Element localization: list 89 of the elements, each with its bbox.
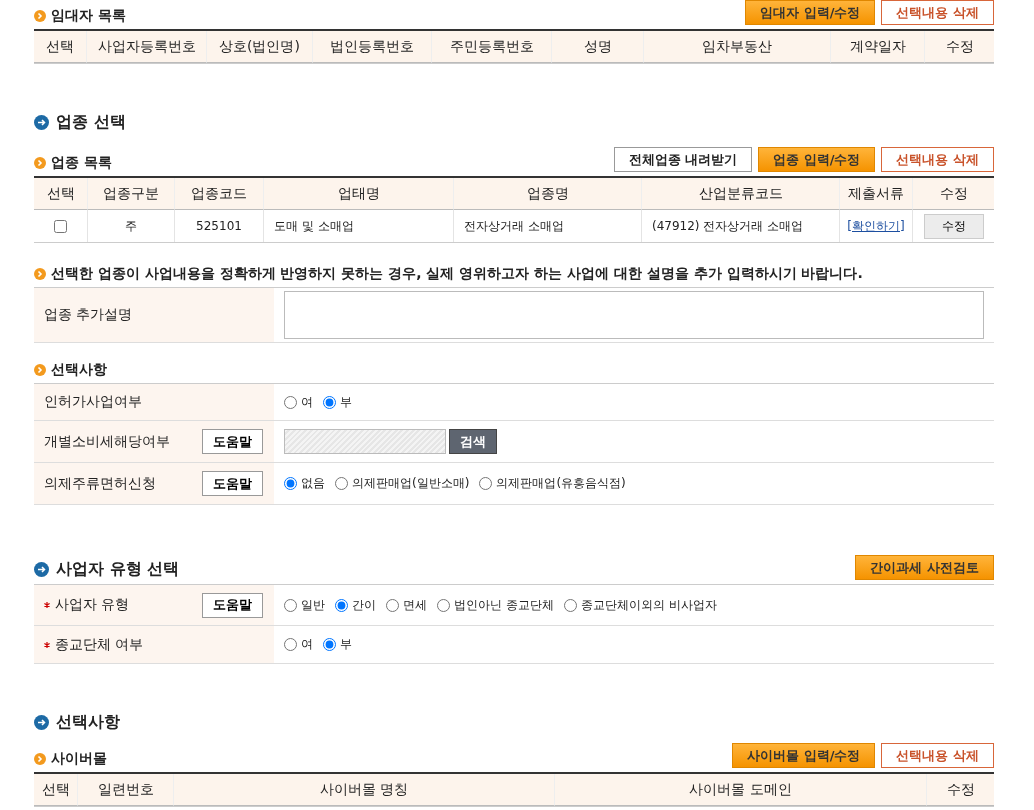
chevron-circle-icon (34, 753, 46, 765)
radio-button[interactable] (479, 477, 493, 490)
help-button[interactable]: 도움말 (202, 429, 263, 454)
table-cell: 도매 및 소매업 (263, 210, 453, 242)
radio-button[interactable] (284, 395, 297, 409)
table-cell: 525101 (174, 210, 263, 242)
table-cell: (47912) 전자상거래 소매업 (641, 210, 839, 242)
column-header: 산업분류코드 (641, 178, 839, 210)
column-header: 업태명 (263, 178, 453, 210)
arrow-circle-icon (34, 562, 49, 577)
arrow-circle-icon (34, 115, 49, 130)
radio-button[interactable] (323, 638, 336, 651)
radio-option[interactable]: 면세 (386, 596, 427, 614)
column-header: 주민등록번호 (431, 31, 551, 63)
column-header: 제출서류 (839, 178, 912, 210)
radio-button[interactable] (284, 477, 297, 490)
section-subtitle: 업종 목록 (51, 154, 112, 172)
table-cell: 주 (87, 210, 174, 242)
row-checkbox[interactable] (54, 219, 67, 233)
radio-button[interactable] (437, 598, 450, 612)
field-label: 개별소비세해당여부 (44, 432, 170, 451)
radio-option[interactable]: 여 (284, 636, 313, 653)
radio-button[interactable] (284, 638, 297, 651)
field-label: 업종 추가설명 (44, 306, 133, 324)
column-header: 성명 (551, 31, 643, 63)
section-subtitle: 선택사항 (51, 361, 107, 379)
table-cell: 전자상거래 소매업 (453, 210, 641, 242)
column-header: 상호(법인명) (206, 31, 312, 63)
action-button[interactable]: 선택내용 삭제 (881, 0, 994, 25)
action-button[interactable]: 사이버몰 입력/수정 (732, 743, 876, 768)
column-header: 업종명 (453, 178, 641, 210)
section-title: 사업자 유형 선택 (56, 559, 180, 580)
radio-option[interactable]: 의제판매업(일반소매) (335, 475, 470, 492)
column-header: 계약일자 (830, 31, 924, 63)
radio-button[interactable] (563, 598, 577, 612)
radio-option[interactable]: 일반 (284, 596, 325, 614)
column-header: 사이버몰 명칭 (173, 774, 554, 806)
column-header: 선택 (34, 31, 86, 63)
radio-button[interactable] (386, 598, 399, 612)
column-header: 선택 (34, 178, 87, 210)
column-header: 일련번호 (77, 774, 173, 806)
chevron-circle-icon (34, 268, 46, 280)
confirm-link[interactable]: [확인하기] (847, 217, 905, 235)
field-label: 종교단체 여부 (55, 635, 144, 654)
search-input-field[interactable] (284, 429, 446, 454)
action-button[interactable]: 선택내용 삭제 (881, 147, 994, 172)
action-button[interactable]: 전체업종 내려받기 (613, 147, 753, 172)
radio-option[interactable]: 여 (284, 393, 313, 411)
field-label: 인허가사업여부 (44, 393, 142, 411)
action-button[interactable]: 선택내용 삭제 (881, 743, 994, 768)
radio-option[interactable]: 의제판매업(유흥음식점) (479, 475, 626, 492)
section-subtitle: 사이버몰 (51, 750, 107, 768)
radio-option[interactable]: 부 (323, 393, 352, 411)
notice-text: 선택한 업종이 사업내용을 정확하게 반영하지 못하는 경우, 실제 영위하고자 하는 사업에 대한 설명을 추가 입력하시기 바랍니다. (51, 265, 863, 283)
radio-button[interactable] (335, 477, 348, 490)
column-header: 사업자등록번호 (86, 31, 206, 63)
chevron-circle-icon (34, 157, 46, 169)
section-title: 업종 선택 (56, 112, 126, 133)
action-button[interactable]: 임대자 입력/수정 (745, 0, 876, 25)
edit-button[interactable]: 수정 (923, 213, 984, 239)
action-button[interactable]: 간이과세 사전검토 (855, 555, 994, 580)
section-title: 선택사항 (56, 712, 120, 733)
radio-option[interactable]: 종교단체이외의 비사업자 (563, 596, 717, 614)
column-header: 법인등록번호 (312, 31, 431, 63)
radio-button[interactable] (323, 395, 336, 409)
help-button[interactable]: 도움말 (202, 471, 263, 496)
search-button[interactable]: 검색 (449, 429, 497, 454)
column-header: 수정 (924, 31, 994, 63)
chevron-circle-icon (34, 10, 46, 22)
field-label: 의제주류면허신청 (44, 474, 156, 493)
radio-option[interactable]: 법인아닌 종교단체 (437, 596, 554, 614)
arrow-circle-icon (34, 715, 49, 730)
section-subtitle: 임대자 목록 (51, 7, 126, 25)
chevron-circle-icon (34, 364, 46, 376)
radio-button[interactable] (335, 598, 348, 612)
radio-option[interactable]: 간이 (335, 596, 376, 614)
column-header: 업종코드 (174, 178, 263, 210)
action-button[interactable]: 업종 입력/수정 (758, 147, 876, 172)
column-header: 업종구분 (87, 178, 174, 210)
column-header: 수정 (926, 774, 994, 806)
help-button[interactable]: 도움말 (202, 592, 263, 618)
column-header: 수정 (912, 178, 994, 210)
radio-button[interactable] (284, 598, 297, 612)
column-header: 선택 (34, 774, 77, 806)
radio-option[interactable]: 부 (323, 636, 352, 653)
column-header: 임차부동산 (643, 31, 830, 63)
field-label: 사업자 유형 (55, 596, 130, 614)
radio-option[interactable]: 없음 (284, 475, 325, 492)
column-header: 사이버몰 도메인 (554, 774, 926, 806)
